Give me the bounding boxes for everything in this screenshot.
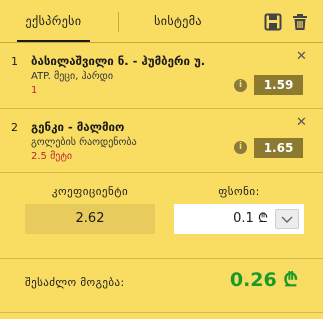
info-icon[interactable]: i bbox=[234, 79, 247, 92]
save-icon[interactable] bbox=[264, 13, 282, 31]
tab-system[interactable]: სისტემა bbox=[128, 0, 228, 42]
trash-icon[interactable] bbox=[291, 13, 309, 31]
info-icon[interactable]: i bbox=[234, 141, 247, 154]
stake-calculator: კოეფიციენტი ფსონი: 2.62 0.1 ₾ bbox=[0, 174, 323, 258]
bet-market: გოლების რაოდენობა bbox=[31, 137, 137, 148]
tab-divider bbox=[118, 12, 119, 32]
chevron-down-icon[interactable] bbox=[275, 209, 299, 229]
bet-selection: 2.5 მეტი bbox=[31, 151, 73, 162]
possible-win-label: შესაძლო მოგება: bbox=[25, 276, 125, 289]
bet-selection: 1 bbox=[31, 85, 38, 96]
close-icon[interactable]: ✕ bbox=[296, 115, 307, 130]
betslip-header: ექსპრესი სისტემა bbox=[0, 0, 323, 43]
bet-item: 1 ბასილაშვილი ნ. - ჰუმბერი უ. ATP. მეცი,… bbox=[0, 44, 323, 109]
stake-value[interactable]: 0.1 ₾ bbox=[233, 204, 268, 234]
divider bbox=[0, 258, 323, 259]
coefficient-label: კოეფიციენტი bbox=[51, 185, 129, 198]
odds-value: 1.59 bbox=[254, 75, 303, 95]
total-coefficient: 2.62 bbox=[25, 204, 155, 234]
close-icon[interactable]: ✕ bbox=[296, 49, 307, 64]
bet-market: ATP. მეცი, ჰარდი bbox=[31, 71, 114, 82]
bet-index: 2 bbox=[11, 121, 18, 134]
stake-label: ფსონი: bbox=[218, 185, 260, 198]
stake-input[interactable]: 0.1 ₾ bbox=[174, 204, 304, 234]
bet-item: 2 გენკი - მალმიო გოლების რაოდენობა 2.5 მ… bbox=[0, 110, 323, 173]
divider bbox=[0, 312, 323, 313]
tab-express[interactable]: ექსპრესი bbox=[0, 0, 107, 42]
odds-value: 1.65 bbox=[254, 138, 303, 158]
possible-win-value: 0.26 ₾ bbox=[229, 269, 298, 291]
bet-event-title: ბასილაშვილი ნ. - ჰუმბერი უ. bbox=[31, 54, 206, 68]
bet-event-title: გენკი - მალმიო bbox=[31, 120, 125, 134]
bet-index: 1 bbox=[11, 55, 18, 68]
